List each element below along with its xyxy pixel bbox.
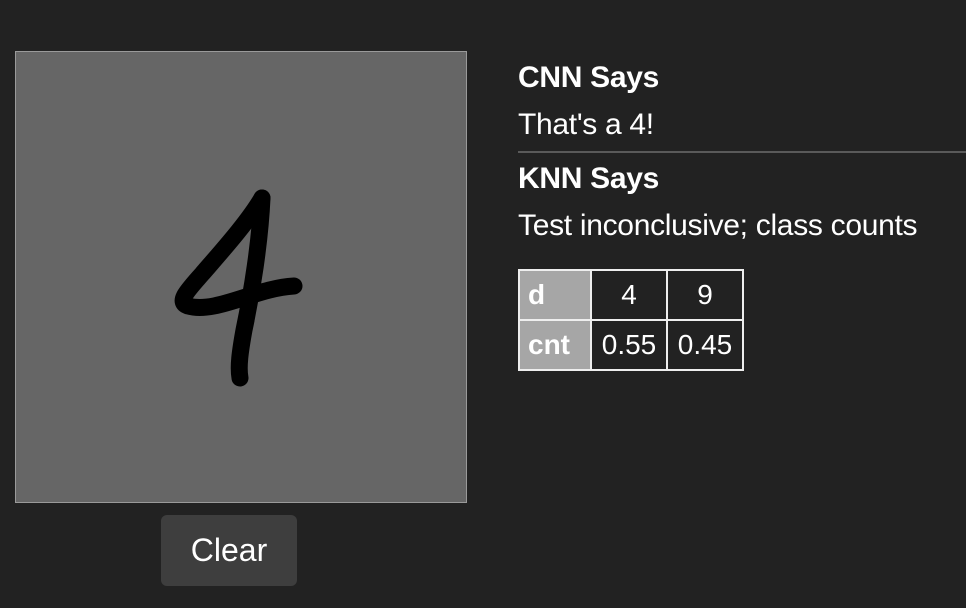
digit-cell: 9 (666, 269, 744, 321)
table-row-digits: d 4 9 (518, 269, 744, 321)
table-row-counts: cnt 0.55 0.45 (518, 319, 744, 371)
results-panel: CNN Says That's a 4! KNN Says Test incon… (518, 56, 966, 371)
count-cell: 0.55 (590, 319, 668, 371)
row-header-cnt: cnt (518, 319, 592, 371)
clear-button[interactable]: Clear (161, 515, 297, 586)
cnn-verdict: That's a 4! (518, 108, 654, 141)
drawing-canvas[interactable] (15, 51, 467, 503)
cnn-heading: CNN Says (518, 61, 659, 94)
knn-result: KNN Says Test inconclusive; class counts… (518, 157, 966, 371)
row-header-d: d (518, 269, 592, 321)
cnn-result: CNN Says That's a 4! (518, 56, 966, 150)
knn-verdict: Test inconclusive; class counts (518, 209, 918, 242)
digit-cell: 4 (590, 269, 668, 321)
knn-heading: KNN Says (518, 162, 659, 195)
handwritten-digit-stroke (174, 189, 303, 387)
class-counts-table: d 4 9 cnt 0.55 0.45 (518, 269, 744, 371)
count-cell: 0.45 (666, 319, 744, 371)
divider (518, 151, 966, 153)
